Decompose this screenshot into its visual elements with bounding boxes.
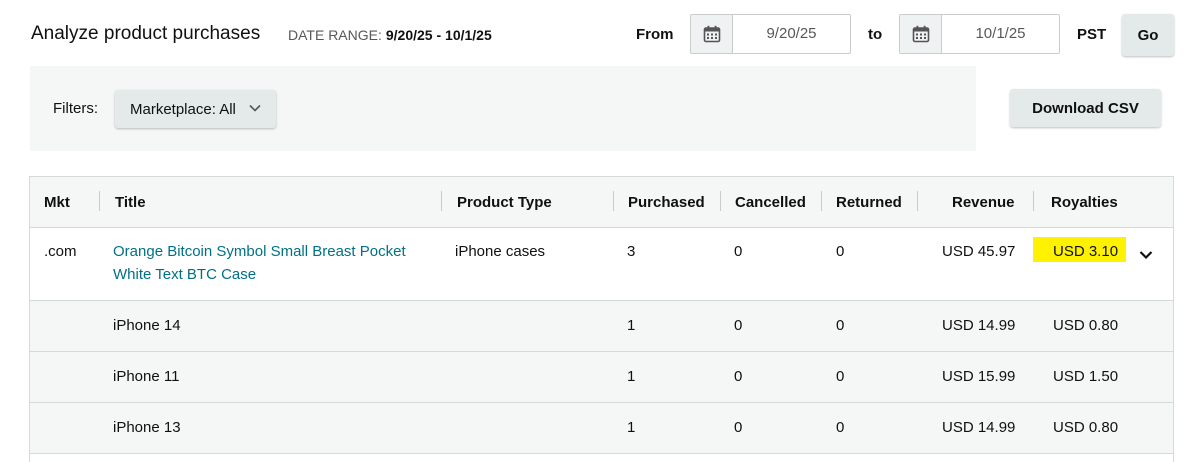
cell-purchased: 1 [627,368,636,385]
cell-returned: 0 [836,243,845,260]
cell-royalties: USD 3.10 [1053,243,1119,260]
page-title: Analyze product purchases [31,23,261,44]
from-date-input[interactable]: 9/20/25 [733,15,850,53]
cell-returned: 0 [836,368,845,385]
timezone-label: PST [1077,26,1107,43]
column-divider[interactable] [613,191,614,211]
column-divider[interactable] [1033,191,1034,211]
cell-revenue: USD 14.99 [942,317,1016,334]
filter-panel: Filters: Marketplace: All [30,66,976,151]
cell-revenue: USD 14.99 [942,419,1016,436]
col-returned[interactable]: Returned [836,194,902,211]
product-title-link[interactable]: Orange Bitcoin Symbol Small Breast Pocke… [113,240,423,286]
table-row: iPhone 11 1 0 0 USD 15.99 USD 1.50 [30,352,1173,403]
cell-variant: iPhone 14 [113,317,181,334]
col-cancelled[interactable]: Cancelled [735,194,806,211]
table-header: Mkt Title Product Type Purchased Cancell… [30,177,1173,228]
cell-revenue: USD 15.99 [942,368,1016,385]
cell-variant: iPhone 11 [113,368,180,385]
calendar-icon[interactable] [691,15,733,53]
col-title[interactable]: Title [115,194,146,211]
chevron-down-icon [248,101,262,119]
table-row: iPhone 14 1 0 0 USD 14.99 USD 0.80 [30,301,1173,352]
to-date-input[interactable]: 10/1/25 [942,15,1059,53]
cell-purchased: 1 [627,419,636,436]
filters-label: Filters: [53,100,98,117]
calendar-icon[interactable] [900,15,942,53]
from-date-picker[interactable]: 9/20/25 [690,14,851,54]
cell-mkt: .com [44,243,77,260]
column-divider[interactable] [821,191,822,211]
col-purchased[interactable]: Purchased [628,194,705,211]
cell-purchased: 1 [627,317,636,334]
purchases-table: Mkt Title Product Type Purchased Cancell… [29,176,1174,462]
cell-purchased: 3 [627,243,636,260]
marketplace-dropdown[interactable]: Marketplace: All [115,90,276,128]
go-button[interactable]: Go [1122,14,1174,56]
chevron-down-icon[interactable] [1138,247,1154,268]
cell-cancelled: 0 [734,419,743,436]
column-divider[interactable] [99,191,100,211]
col-product-type[interactable]: Product Type [457,194,552,211]
from-label: From [636,26,674,43]
table-row: iPhone 13 1 0 0 USD 14.99 USD 0.80 [30,403,1173,454]
cell-variant: iPhone 13 [113,419,181,436]
cell-returned: 0 [836,317,845,334]
cell-royalties: USD 0.80 [1053,419,1119,436]
column-divider[interactable] [917,191,918,211]
download-csv-button[interactable]: Download CSV [1010,89,1161,127]
cell-revenue: USD 45.97 [942,243,1016,260]
cell-cancelled: 0 [734,317,743,334]
marketplace-value: Marketplace: All [130,100,236,118]
cell-cancelled: 0 [734,368,743,385]
column-divider[interactable] [441,191,442,211]
date-range: DATE RANGE: 9/20/25 - 10/1/25 [288,27,492,43]
cell-product-type: iPhone cases [455,243,546,260]
column-divider[interactable] [720,191,721,211]
cell-royalties: USD 0.80 [1053,317,1119,334]
cell-returned: 0 [836,419,845,436]
col-mkt[interactable]: Mkt [44,194,70,211]
date-range-label: DATE RANGE: [288,27,382,43]
col-royalties[interactable]: Royalties [1051,194,1118,211]
cell-cancelled: 0 [734,243,743,260]
to-label: to [868,26,883,43]
table-row: .com Orange Bitcoin Symbol Small Breast … [30,228,1173,301]
to-date-picker[interactable]: 10/1/25 [899,14,1060,54]
date-range-value: 9/20/25 - 10/1/25 [385,27,492,43]
cell-royalties: USD 1.50 [1053,368,1119,385]
col-revenue[interactable]: Revenue [952,194,1015,211]
